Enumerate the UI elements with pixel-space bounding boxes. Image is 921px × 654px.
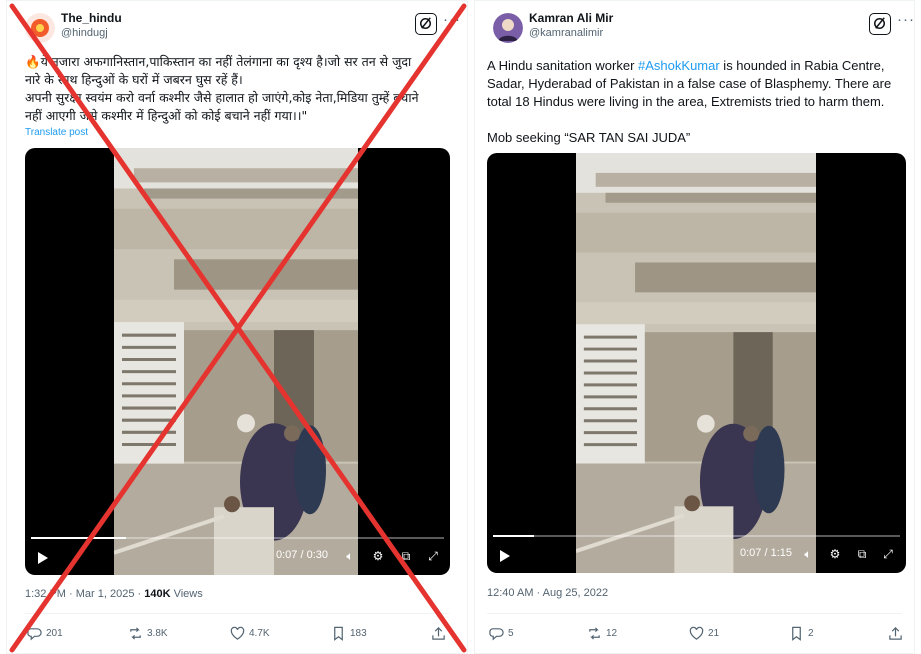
author-name[interactable]: Kamran Ali Mir xyxy=(529,11,613,25)
views-count: 140K xyxy=(144,588,171,600)
share-icon xyxy=(432,626,445,640)
video-time: 0:07 / 1:15 xyxy=(740,547,792,559)
author-handle[interactable]: @hindugj xyxy=(61,27,108,39)
fullscreen-icon[interactable]: ⤢ xyxy=(425,549,441,563)
post-text: 🔥ये नजारा अफगानिस्तान,पाकिस्तान का नहीं … xyxy=(25,53,465,125)
like-icon xyxy=(689,626,704,640)
hashtag-link[interactable]: #AshokKumar xyxy=(638,58,720,73)
play-icon[interactable] xyxy=(499,549,511,563)
settings-icon[interactable]: ⚙︎ xyxy=(370,549,386,563)
post-meta: 1:32 PM · Mar 1, 2025 · 140K Views xyxy=(25,588,203,600)
post-text-line: अपनी सुरक्षा स्वयंम करो वर्ना कश्मीर जैस… xyxy=(25,90,419,105)
video-player[interactable]: 0:07 / 0:30 🔈︎ ⚙︎ ⧉ ⤢ xyxy=(25,148,450,575)
play-icon[interactable] xyxy=(37,551,49,565)
repost-icon xyxy=(130,626,141,640)
repost-button[interactable]: 12 xyxy=(587,623,617,643)
pip-icon[interactable]: ⧉ xyxy=(854,547,870,561)
grok-icon[interactable] xyxy=(869,13,891,35)
bookmark-count: 2 xyxy=(808,627,814,639)
share-button[interactable] xyxy=(888,623,903,643)
post-text-line: 🔥ये नजारा अफगानिस्तान,पाकिस्तान का नहीं … xyxy=(25,54,412,69)
video-progress-fill xyxy=(31,537,126,539)
share-icon xyxy=(889,626,902,640)
video-time: 0:07 / 0:30 xyxy=(276,549,328,561)
grok-icon[interactable] xyxy=(415,13,437,35)
left-post-card[interactable]: The_hindu @hindugj ··· 🔥ये नजारा अफगानिस… xyxy=(6,0,468,654)
repost-button[interactable]: 3.8K xyxy=(128,623,168,643)
like-button[interactable]: 21 xyxy=(689,623,719,643)
repost-count: 12 xyxy=(606,627,618,639)
video-controls: 0:07 / 1:15 🔈︎ ⚙︎ ⧉ ⤢ xyxy=(487,535,906,573)
post-header: Kamran Ali Mir @kamranalimir ··· xyxy=(489,11,914,45)
share-button[interactable] xyxy=(431,623,446,643)
post-timestamp[interactable]: 12:40 AM · Aug 25, 2022 xyxy=(487,587,608,599)
video-player[interactable]: 0:07 / 1:15 🔈︎ ⚙︎ ⧉ ⤢ xyxy=(487,153,906,573)
bookmark-icon xyxy=(792,626,801,640)
volume-icon[interactable]: 🔈︎ xyxy=(800,547,816,561)
video-progress-bar[interactable] xyxy=(31,537,444,539)
volume-icon[interactable]: 🔈︎ xyxy=(342,549,358,563)
bookmark-icon xyxy=(334,626,343,640)
post-text-segment: is hounded in Rabia Centre, xyxy=(719,58,885,73)
post-text: A Hindu sanitation worker #AshokKumar is… xyxy=(487,57,912,147)
author-handle[interactable]: @kamranalimir xyxy=(529,27,603,39)
repost-count: 3.8K xyxy=(147,627,168,639)
translate-post-link[interactable]: Translate post xyxy=(25,127,88,138)
settings-icon[interactable]: ⚙︎ xyxy=(827,547,843,561)
bookmark-button[interactable]: 2 xyxy=(789,623,814,643)
video-progress-bar[interactable] xyxy=(493,535,900,537)
post-text-line: नहीं आएगी जैसे कश्मीर में हिन्दुओं को को… xyxy=(25,108,308,123)
bookmark-count: 183 xyxy=(350,627,367,639)
video-frame xyxy=(114,148,358,575)
like-button[interactable]: 4.7K xyxy=(230,623,270,643)
video-controls: 0:07 / 0:30 🔈︎ ⚙︎ ⧉ ⤢ xyxy=(25,537,450,575)
reply-icon xyxy=(27,627,42,640)
video-frame xyxy=(576,153,816,573)
divider xyxy=(25,613,449,614)
avatar[interactable] xyxy=(25,13,55,43)
author-name[interactable]: The_hindu xyxy=(61,11,122,25)
like-count: 21 xyxy=(708,627,720,639)
bookmark-button[interactable]: 183 xyxy=(331,623,367,643)
post-text-line: A Hindu sanitation worker #AshokKumar is… xyxy=(487,57,912,75)
reply-count: 5 xyxy=(508,627,514,639)
post-header: The_hindu @hindugj ··· xyxy=(21,11,460,45)
repost-icon xyxy=(589,626,600,640)
post-timestamp[interactable]: 1:32 PM · Mar 1, 2025 · xyxy=(25,588,144,600)
reply-button[interactable]: 201 xyxy=(27,623,63,643)
reply-icon xyxy=(489,627,504,640)
like-count: 4.7K xyxy=(249,627,270,639)
more-icon[interactable]: ··· xyxy=(443,11,461,28)
video-progress-fill xyxy=(493,535,534,537)
action-bar: 5 12 21 2 xyxy=(487,623,906,643)
views-label: Views xyxy=(170,588,203,600)
reply-count: 201 xyxy=(46,627,63,639)
post-text-line: total 18 Hindus were living in the area,… xyxy=(487,94,885,109)
like-icon xyxy=(230,626,245,640)
reply-button[interactable]: 5 xyxy=(489,623,514,643)
fullscreen-icon[interactable]: ⤢ xyxy=(880,547,896,561)
action-bar: 201 3.8K 4.7K 183 xyxy=(25,623,450,643)
right-post-card[interactable]: Kamran Ali Mir @kamranalimir ··· A Hindu… xyxy=(474,0,915,654)
divider xyxy=(487,613,902,614)
post-text-line: Sadar, Hyderabad of Pakistan in a false … xyxy=(487,76,892,91)
pip-icon[interactable]: ⧉ xyxy=(398,549,414,563)
more-icon[interactable]: ··· xyxy=(897,11,914,28)
post-text-line: नारे के साथ हिन्दुओं के घरों में जबरन घु… xyxy=(25,72,243,87)
post-text-line: Mob seeking “SAR TAN SAI JUDA” xyxy=(487,130,691,145)
avatar[interactable] xyxy=(493,13,523,43)
post-text-segment: A Hindu sanitation worker xyxy=(487,58,639,73)
